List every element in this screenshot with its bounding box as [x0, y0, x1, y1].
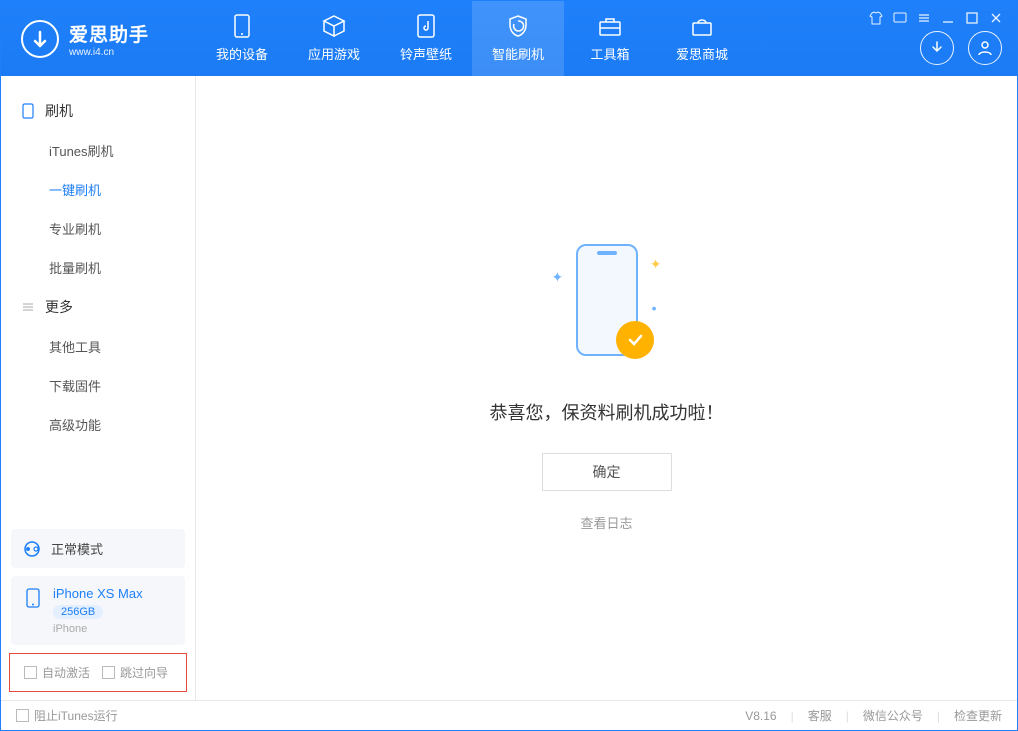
- nav-tab-apps[interactable]: 应用游戏: [288, 1, 380, 76]
- sidebar-item-itunes-flash[interactable]: iTunes刷机: [1, 131, 195, 170]
- sidebar-item-batch-flash[interactable]: 批量刷机: [1, 248, 195, 287]
- close-icon[interactable]: [989, 11, 1003, 25]
- menu-icon[interactable]: [917, 11, 931, 25]
- app-header: 爱思助手 www.i4.cn 我的设备 应用游戏 铃声壁纸 智能刷机 工具箱 爱…: [1, 1, 1017, 76]
- sidebar-item-pro-flash[interactable]: 专业刷机: [1, 209, 195, 248]
- version-label: V8.16: [745, 709, 776, 723]
- footer-link-wechat[interactable]: 微信公众号: [863, 707, 923, 724]
- footer: 阻止iTunes运行 V8.16 | 客服 | 微信公众号 | 检查更新: [1, 700, 1017, 730]
- flash-options-row: 自动激活 跳过向导: [9, 653, 187, 692]
- store-icon: [690, 14, 714, 38]
- checkbox-label: 自动激活: [42, 664, 90, 681]
- sidebar-group-flash: 刷机: [1, 91, 195, 131]
- phone-icon: [21, 104, 35, 118]
- nav-label: 应用游戏: [308, 44, 360, 63]
- nav-label: 智能刷机: [492, 44, 544, 63]
- toolbox-icon: [598, 14, 622, 38]
- sidebar: 刷机 iTunes刷机 一键刷机 专业刷机 批量刷机 更多 其他工具 下载固件 …: [1, 76, 196, 700]
- group-title: 更多: [45, 297, 73, 317]
- footer-link-support[interactable]: 客服: [808, 707, 832, 724]
- download-button[interactable]: [920, 31, 954, 65]
- device-icon: [230, 14, 254, 38]
- shield-icon: [506, 14, 530, 38]
- nav-label: 爱思商城: [676, 44, 728, 63]
- feedback-icon[interactable]: [893, 11, 907, 25]
- cube-icon: [322, 14, 346, 38]
- user-button[interactable]: [968, 31, 1002, 65]
- nav-tab-toolbox[interactable]: 工具箱: [564, 1, 656, 76]
- nav-tab-flash[interactable]: 智能刷机: [472, 1, 564, 76]
- checkbox-label: 跳过向导: [120, 664, 168, 681]
- nav-tab-store[interactable]: 爱思商城: [656, 1, 748, 76]
- view-log-link[interactable]: 查看日志: [580, 513, 632, 532]
- nav-label: 工具箱: [590, 44, 629, 63]
- logo-subtitle: www.i4.cn: [69, 47, 149, 58]
- logo-title: 爱思助手: [69, 20, 149, 47]
- status-icon: [23, 540, 41, 558]
- sidebar-item-other-tools[interactable]: 其他工具: [1, 327, 195, 366]
- skip-guide-checkbox[interactable]: 跳过向导: [102, 664, 168, 681]
- sparkle-icon: ✦: [552, 269, 564, 286]
- logo-icon: [21, 20, 59, 58]
- checkbox-icon: [102, 666, 115, 679]
- device-phone-icon: [23, 588, 43, 608]
- success-text: 恭喜您，保资料刷机成功啦！: [490, 399, 724, 425]
- logo-area: 爱思助手 www.i4.cn: [1, 1, 196, 76]
- sidebar-item-oneclick-flash[interactable]: 一键刷机: [1, 170, 195, 209]
- sparkle-icon: ✦: [650, 256, 662, 273]
- status-label: 正常模式: [51, 539, 103, 558]
- tshirt-icon[interactable]: [869, 11, 883, 25]
- block-itunes-checkbox[interactable]: 阻止iTunes运行: [16, 707, 118, 724]
- check-badge-icon: [616, 321, 654, 359]
- device-card[interactable]: iPhone XS Max 256GB iPhone: [11, 576, 185, 645]
- sidebar-group-more: 更多: [1, 287, 195, 327]
- minimize-icon[interactable]: [941, 11, 955, 25]
- checkbox-label: 阻止iTunes运行: [34, 707, 118, 724]
- nav-tab-ringtones[interactable]: 铃声壁纸: [380, 1, 472, 76]
- nav-tab-device[interactable]: 我的设备: [196, 1, 288, 76]
- music-file-icon: [414, 14, 438, 38]
- sidebar-item-download-firmware[interactable]: 下载固件: [1, 366, 195, 405]
- ok-button[interactable]: 确定: [542, 453, 672, 491]
- maximize-icon[interactable]: [965, 11, 979, 25]
- device-status[interactable]: 正常模式: [11, 529, 185, 568]
- sparkle-icon: •: [652, 300, 657, 316]
- device-capacity: 256GB: [53, 605, 103, 619]
- sidebar-item-advanced[interactable]: 高级功能: [1, 405, 195, 444]
- nav-label: 我的设备: [216, 44, 268, 63]
- footer-link-update[interactable]: 检查更新: [954, 707, 1002, 724]
- auto-activate-checkbox[interactable]: 自动激活: [24, 664, 90, 681]
- nav-tabs: 我的设备 应用游戏 铃声壁纸 智能刷机 工具箱 爱思商城: [196, 1, 748, 76]
- group-title: 刷机: [45, 101, 73, 121]
- nav-label: 铃声壁纸: [400, 44, 452, 63]
- success-illustration: ✦ ✦ •: [552, 244, 662, 364]
- checkbox-icon: [24, 666, 37, 679]
- main-panel: ✦ ✦ • 恭喜您，保资料刷机成功啦！ 确定 查看日志: [196, 76, 1017, 700]
- device-type: iPhone: [53, 623, 143, 635]
- checkbox-icon: [16, 709, 29, 722]
- list-icon: [21, 300, 35, 314]
- device-name: iPhone XS Max: [53, 586, 143, 601]
